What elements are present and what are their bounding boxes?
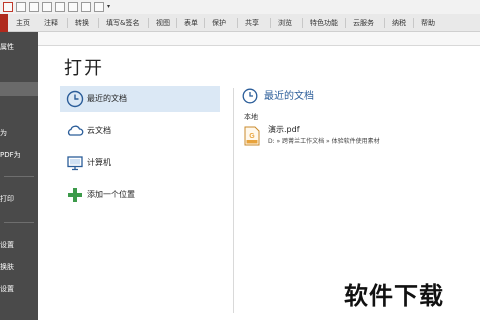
tab-divider <box>384 18 385 28</box>
quick-access-toolbar: ▾ <box>0 0 480 14</box>
backstage-menu: 属性 为 PDF为 打印 设置 换肤 设置 <box>0 32 38 320</box>
tab-divider <box>413 18 414 28</box>
tab-divider <box>204 18 205 28</box>
menu-item-export-pdf[interactable]: PDF为 <box>0 148 38 162</box>
save-icon[interactable] <box>29 2 39 12</box>
tab-help[interactable]: 帮助 <box>417 14 439 32</box>
menu-divider <box>4 176 34 177</box>
tab-convert[interactable]: 转换 <box>71 14 93 32</box>
group-label-local: 本地 <box>244 113 258 121</box>
menu-divider <box>4 222 34 223</box>
file-path: D: » 跨菁兰工作文档 » 体验软件使用素材 <box>268 138 380 145</box>
undo-icon[interactable] <box>68 2 78 12</box>
ribbon-body <box>0 32 480 46</box>
menu-item-print[interactable]: 打印 <box>0 192 38 206</box>
menu-item-save-as[interactable]: 为 <box>0 126 38 140</box>
recent-file-item[interactable]: G 演示.pdf D: » 跨菁兰工作文档 » 体验软件使用素材 <box>244 124 474 148</box>
tab-fill-sign[interactable]: 填写&签名 <box>102 14 143 32</box>
tab-view[interactable]: 视图 <box>152 14 174 32</box>
clock-icon <box>66 90 84 108</box>
computer-icon <box>67 156 83 171</box>
customize-dropdown-icon[interactable]: ▾ <box>107 2 113 12</box>
tab-divider <box>176 18 177 28</box>
tab-divider <box>345 18 346 28</box>
open-icon[interactable] <box>16 2 26 12</box>
menu-item-settings[interactable]: 设置 <box>0 238 38 252</box>
location-label: 计算机 <box>87 158 111 167</box>
location-add-place[interactable]: 添加一个位置 <box>60 182 220 208</box>
menu-item-preferences[interactable]: 设置 <box>0 282 38 296</box>
menu-item-skin[interactable]: 换肤 <box>0 260 38 274</box>
location-recent-documents[interactable]: 最近的文档 <box>60 86 220 112</box>
location-computer[interactable]: 计算机 <box>60 150 220 176</box>
hand-tool-icon[interactable] <box>94 2 104 12</box>
menu-item-properties[interactable]: 属性 <box>0 40 38 54</box>
print-icon[interactable] <box>42 2 52 12</box>
ribbon-tab-bar: 主页 注释 转换 填写&签名 视图 表单 保护 共享 浏览 特色功能 云服务 纳… <box>0 14 480 32</box>
tab-home[interactable]: 主页 <box>12 14 34 32</box>
tab-file[interactable] <box>0 14 8 32</box>
location-label: 最近的文档 <box>87 94 127 103</box>
cloud-icon <box>67 125 84 136</box>
svg-text:G: G <box>249 133 255 140</box>
plus-icon <box>68 188 82 202</box>
panel-divider <box>233 88 234 313</box>
tab-cloud-service[interactable]: 云服务 <box>349 14 378 32</box>
pdf-file-icon: G <box>244 126 260 146</box>
tab-divider <box>270 18 271 28</box>
page-title: 打开 <box>64 58 104 79</box>
tab-divider <box>302 18 303 28</box>
new-icon[interactable] <box>55 2 65 12</box>
recent-documents-title: 最近的文档 <box>264 91 314 102</box>
tab-divider <box>148 18 149 28</box>
tab-divider <box>237 18 238 28</box>
app-logo-icon[interactable] <box>3 2 13 12</box>
tab-form[interactable]: 表单 <box>180 14 202 32</box>
tab-divider <box>98 18 99 28</box>
tab-featured[interactable]: 特色功能 <box>306 14 342 32</box>
redo-icon[interactable] <box>81 2 91 12</box>
watermark: 软件下载 <box>344 282 444 310</box>
clock-icon <box>242 88 258 104</box>
tab-protect[interactable]: 保护 <box>208 14 230 32</box>
tab-divider <box>67 18 68 28</box>
location-label: 添加一个位置 <box>87 190 135 199</box>
location-cloud-documents[interactable]: 云文档 <box>60 118 220 144</box>
tab-comment[interactable]: 注释 <box>40 14 62 32</box>
file-name: 演示.pdf <box>268 125 300 134</box>
menu-item-open[interactable] <box>0 82 38 96</box>
tab-browse[interactable]: 浏览 <box>274 14 296 32</box>
location-label: 云文档 <box>87 126 111 135</box>
tab-share[interactable]: 共享 <box>241 14 263 32</box>
tab-tax[interactable]: 纳税 <box>388 14 410 32</box>
